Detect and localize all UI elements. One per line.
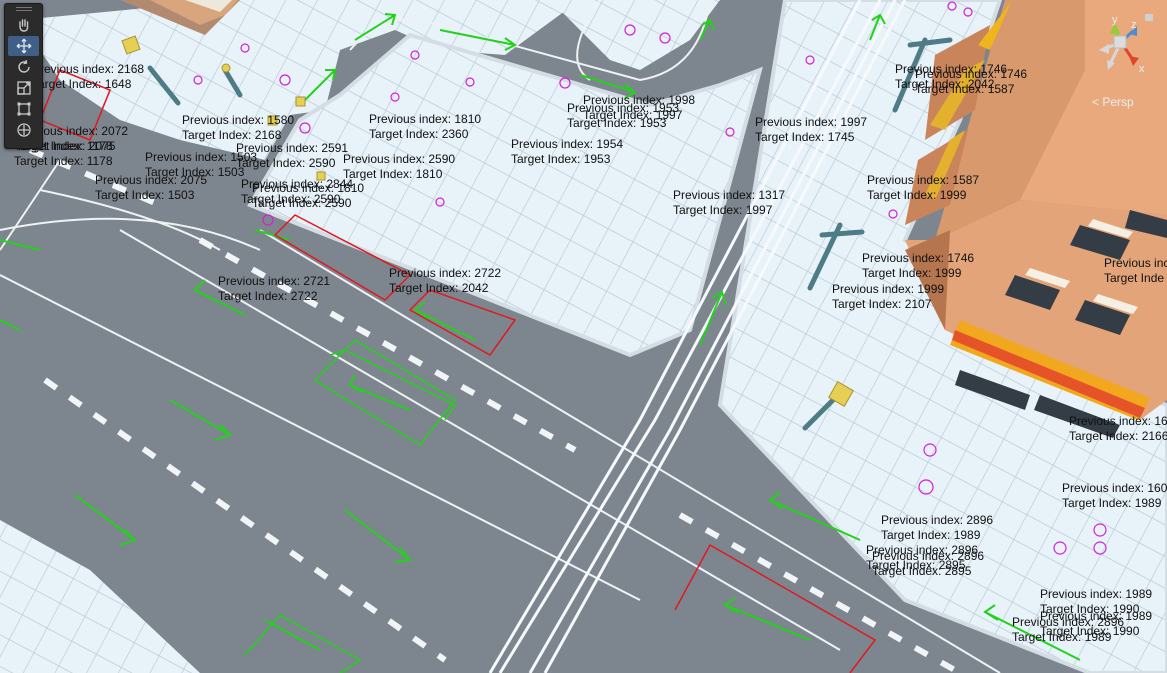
rect-tool-button[interactable] (8, 99, 39, 119)
gizmo-x-cone (1129, 56, 1139, 66)
transform-tool-button[interactable] (8, 120, 39, 140)
projection-toggle[interactable]: < Persp (1092, 95, 1134, 109)
scale-icon (16, 81, 31, 95)
tool-palette (4, 3, 43, 149)
projection-label: Persp (1102, 95, 1134, 109)
move-icon (16, 38, 31, 54)
scene-viewport[interactable]: Previous index: 2168 Target Index: 1648P… (0, 0, 1167, 673)
scene-view[interactable] (0, 0, 1167, 673)
hand-icon (18, 19, 28, 32)
hand-tool-button[interactable] (8, 15, 39, 35)
rotate-icon (17, 59, 30, 73)
move-tool-button[interactable] (8, 36, 39, 56)
transform-icon (16, 123, 31, 137)
gizmo-y-label: y (1112, 14, 1118, 26)
gizmo-x-label: x (1139, 63, 1145, 75)
lock-icon[interactable] (1145, 14, 1153, 21)
rotate-tool-button[interactable] (8, 57, 39, 77)
rect-tool-icon (17, 102, 30, 116)
gizmo-z-label: z (1131, 19, 1137, 31)
palette-grip[interactable] (5, 4, 42, 14)
scale-tool-button[interactable] (8, 78, 39, 98)
